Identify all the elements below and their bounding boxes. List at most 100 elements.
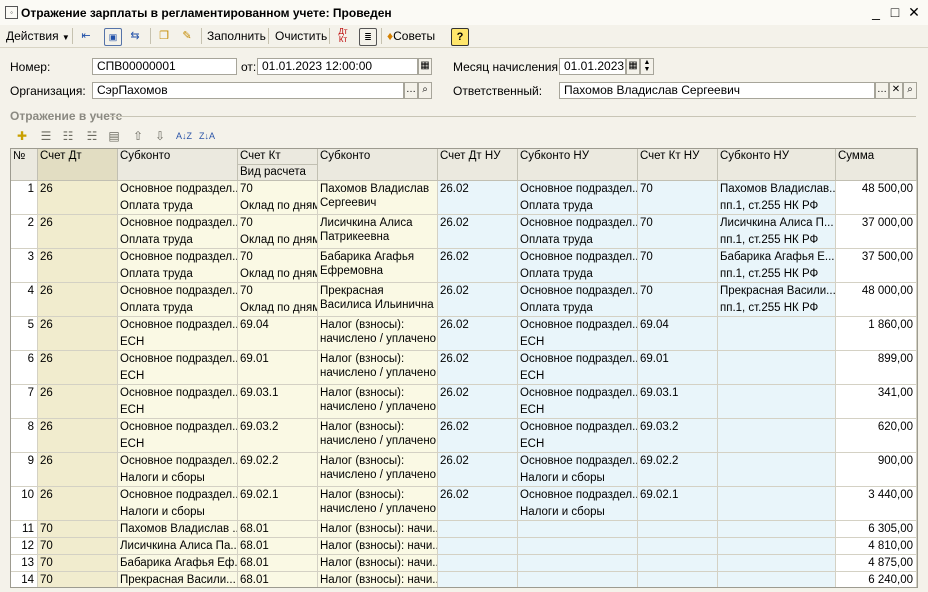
subconto-kt-cell[interactable]: Прекрасная Василиса Ильинична — [318, 283, 438, 317]
account-dt-cell[interactable]: 26 — [38, 283, 118, 317]
account-dt-cell[interactable]: 70 — [38, 538, 118, 555]
subconto-nu-cell[interactable]: Основное подраздел... Налоги и сборы — [518, 487, 638, 521]
subconto-nu-kt-cell[interactable] — [718, 453, 836, 487]
subconto-kt-cell[interactable]: Налог (взносы): начислено / уплачено — [318, 385, 438, 419]
subconto-kt-cell[interactable]: Налог (взносы): начислено / уплачено — [318, 317, 438, 351]
document-icon[interactable]: ◦ — [5, 6, 18, 19]
organization-field[interactable]: СэрПахомов — [92, 82, 404, 99]
account-kt-cell[interactable]: 69.04 — [238, 317, 318, 351]
subconto-kt-cell[interactable]: Налог (взносы): начислено / уплачено — [318, 351, 438, 385]
sum-cell[interactable]: 4 875,00 — [836, 555, 917, 572]
subconto-nu-cell[interactable]: Основное подраздел... Оплата труда — [518, 283, 638, 317]
row-number[interactable]: 3 — [11, 249, 38, 283]
subconto-nu-cell[interactable]: Основное подраздел... ЕСН — [518, 317, 638, 351]
sum-cell[interactable]: 37 000,00 — [836, 215, 917, 249]
sort-descending-icon[interactable]: Z↓A — [199, 128, 215, 144]
subconto-nu-cell[interactable]: Основное подраздел... Оплата труда — [518, 215, 638, 249]
search-icon[interactable]: ⌕ — [903, 82, 917, 99]
subconto-nu-cell[interactable]: Основное подраздел... ЕСН — [518, 419, 638, 453]
subconto-cell[interactable]: Основное подраздел... Оплата труда — [118, 249, 238, 283]
subconto-cell[interactable]: Основное подраздел... Налоги и сборы — [118, 487, 238, 521]
sum-cell[interactable]: 6 240,00 — [836, 572, 917, 587]
row-number[interactable]: 12 — [11, 538, 38, 555]
subconto-kt-cell[interactable]: Налог (взносы): начислено / уплачено — [318, 453, 438, 487]
account-dt-cell[interactable]: 26 — [38, 419, 118, 453]
sum-cell[interactable]: 1 860,00 — [836, 317, 917, 351]
subconto-kt-cell[interactable]: Налог (взносы): начислено / уплачено — [318, 487, 438, 521]
table-row[interactable]: 9 26 Основное подраздел... Налоги и сборы 69… — [11, 453, 917, 487]
table-row[interactable]: 1 26 Основное подраздел... Оплата труда 70 Ок… — [11, 181, 917, 215]
sum-cell[interactable]: 4 810,00 — [836, 538, 917, 555]
subconto-nu-kt-cell[interactable]: Бабарика Агафья Е... пп.1, ст.255 НК РФ — [718, 249, 836, 283]
subconto-nu-kt-cell[interactable]: Прекрасная Васили... пп.1, ст.255 НК РФ — [718, 283, 836, 317]
accounting-table[interactable]: № Счет Дт Субконто Счет Кт Вид расчета С… — [10, 148, 918, 588]
header-account-kt[interactable]: Счет Кт — [238, 149, 318, 165]
account-kt-cell[interactable]: 69.02.1 — [238, 487, 318, 521]
report-icon[interactable]: ≣ — [359, 28, 377, 46]
actions-menu[interactable]: Действия ▼ — [6, 27, 70, 45]
subconto-cell[interactable]: Основное подраздел... ЕСН — [118, 351, 238, 385]
table-row[interactable]: 5 26 Основное подраздел... ЕСН 69.04 Налог (в… — [11, 317, 917, 351]
row-number[interactable]: 14 — [11, 572, 38, 587]
table-row[interactable]: 2 26 Основное подраздел... Оплата труда 70 Ок… — [11, 215, 917, 249]
move-up-icon[interactable]: ⇧ — [130, 128, 146, 144]
row-number[interactable]: 8 — [11, 419, 38, 453]
clear-icon[interactable]: ✕ — [889, 82, 903, 99]
account-kt-cell[interactable]: 70 Оклад по дням — [238, 215, 318, 249]
tips-button[interactable]: ♦Советы — [387, 27, 435, 45]
account-kt-cell[interactable]: 70 Оклад по дням — [238, 283, 318, 317]
table-row[interactable]: 14 70 Прекрасная Васили... 68.01 Налог (взно… — [11, 572, 917, 587]
row-number[interactable]: 13 — [11, 555, 38, 572]
header-subconto-kt[interactable]: Субконто — [318, 149, 438, 181]
subconto-kt-cell[interactable]: Налог (взносы): начи... — [318, 572, 438, 587]
account-kt-cell[interactable]: 69.03.1 — [238, 385, 318, 419]
table-row[interactable]: 13 70 Бабарика Агафья Еф... 68.01 Налог (взн… — [11, 555, 917, 572]
account-kt-nu-cell[interactable]: 69.03.1 — [638, 385, 718, 419]
header-number[interactable]: № — [11, 149, 38, 181]
header-subconto-nu-kt[interactable]: Субконто НУ — [718, 149, 836, 181]
ellipsis-button[interactable]: … — [875, 82, 889, 99]
header-sum[interactable]: Сумма — [836, 149, 917, 181]
table-row[interactable]: 3 26 Основное подраздел... Оплата труда 70 Ок… — [11, 249, 917, 283]
account-kt-cell[interactable]: 69.03.2 — [238, 419, 318, 453]
subconto-nu-cell[interactable]: Основное подраздел... Оплата труда — [518, 249, 638, 283]
account-dt-nu-cell[interactable] — [438, 538, 518, 555]
account-kt-nu-cell[interactable]: 70 — [638, 181, 718, 215]
date-field[interactable]: 01.01.2023 12:00:00 — [257, 58, 418, 75]
account-dt-nu-cell[interactable]: 26.02 — [438, 487, 518, 521]
account-dt-cell[interactable]: 70 — [38, 555, 118, 572]
row-number[interactable]: 5 — [11, 317, 38, 351]
row-number[interactable]: 10 — [11, 487, 38, 521]
month-field[interactable]: 01.01.2023 — [559, 58, 626, 75]
subconto-kt-cell[interactable]: Налог (взносы): начи... — [318, 521, 438, 538]
account-dt-nu-cell[interactable] — [438, 572, 518, 587]
account-kt-cell[interactable]: 69.02.2 — [238, 453, 318, 487]
account-kt-nu-cell[interactable] — [638, 538, 718, 555]
subconto-kt-cell[interactable]: Налог (взносы): начи... — [318, 555, 438, 572]
subconto-kt-cell[interactable]: Налог (взносы): начи... — [318, 538, 438, 555]
account-kt-nu-cell[interactable]: 69.03.2 — [638, 419, 718, 453]
sum-cell[interactable]: 900,00 — [836, 453, 917, 487]
account-dt-cell[interactable]: 26 — [38, 181, 118, 215]
subconto-cell[interactable]: Пахомов Владислав ... — [118, 521, 238, 538]
ellipsis-button[interactable]: … — [404, 82, 418, 99]
account-kt-nu-cell[interactable] — [638, 521, 718, 538]
subconto-cell[interactable]: Основное подраздел... ЕСН — [118, 385, 238, 419]
account-dt-nu-cell[interactable]: 26.02 — [438, 419, 518, 453]
subconto-cell[interactable]: Прекрасная Васили... — [118, 572, 238, 587]
subconto-kt-cell[interactable]: Бабарика Агафья Ефремовна — [318, 249, 438, 283]
account-kt-cell[interactable]: 68.01 — [238, 521, 318, 538]
subconto-kt-cell[interactable]: Пахомов Владислав Сергеевич — [318, 181, 438, 215]
row-number[interactable]: 1 — [11, 181, 38, 215]
add-row-icon[interactable]: ✚ — [14, 128, 30, 144]
sum-cell[interactable]: 341,00 — [836, 385, 917, 419]
subconto-cell[interactable]: Основное подраздел... Оплата труда — [118, 283, 238, 317]
close-button[interactable]: ✕ — [906, 4, 922, 20]
subconto-nu-cell[interactable] — [518, 538, 638, 555]
account-dt-cell[interactable]: 70 — [38, 572, 118, 587]
account-kt-nu-cell[interactable]: 69.02.2 — [638, 453, 718, 487]
subconto-nu-kt-cell[interactable] — [718, 572, 836, 587]
row-number[interactable]: 7 — [11, 385, 38, 419]
sum-cell[interactable]: 48 500,00 — [836, 181, 917, 215]
responsible-field[interactable]: Пахомов Владислав Сергеевич — [559, 82, 875, 99]
